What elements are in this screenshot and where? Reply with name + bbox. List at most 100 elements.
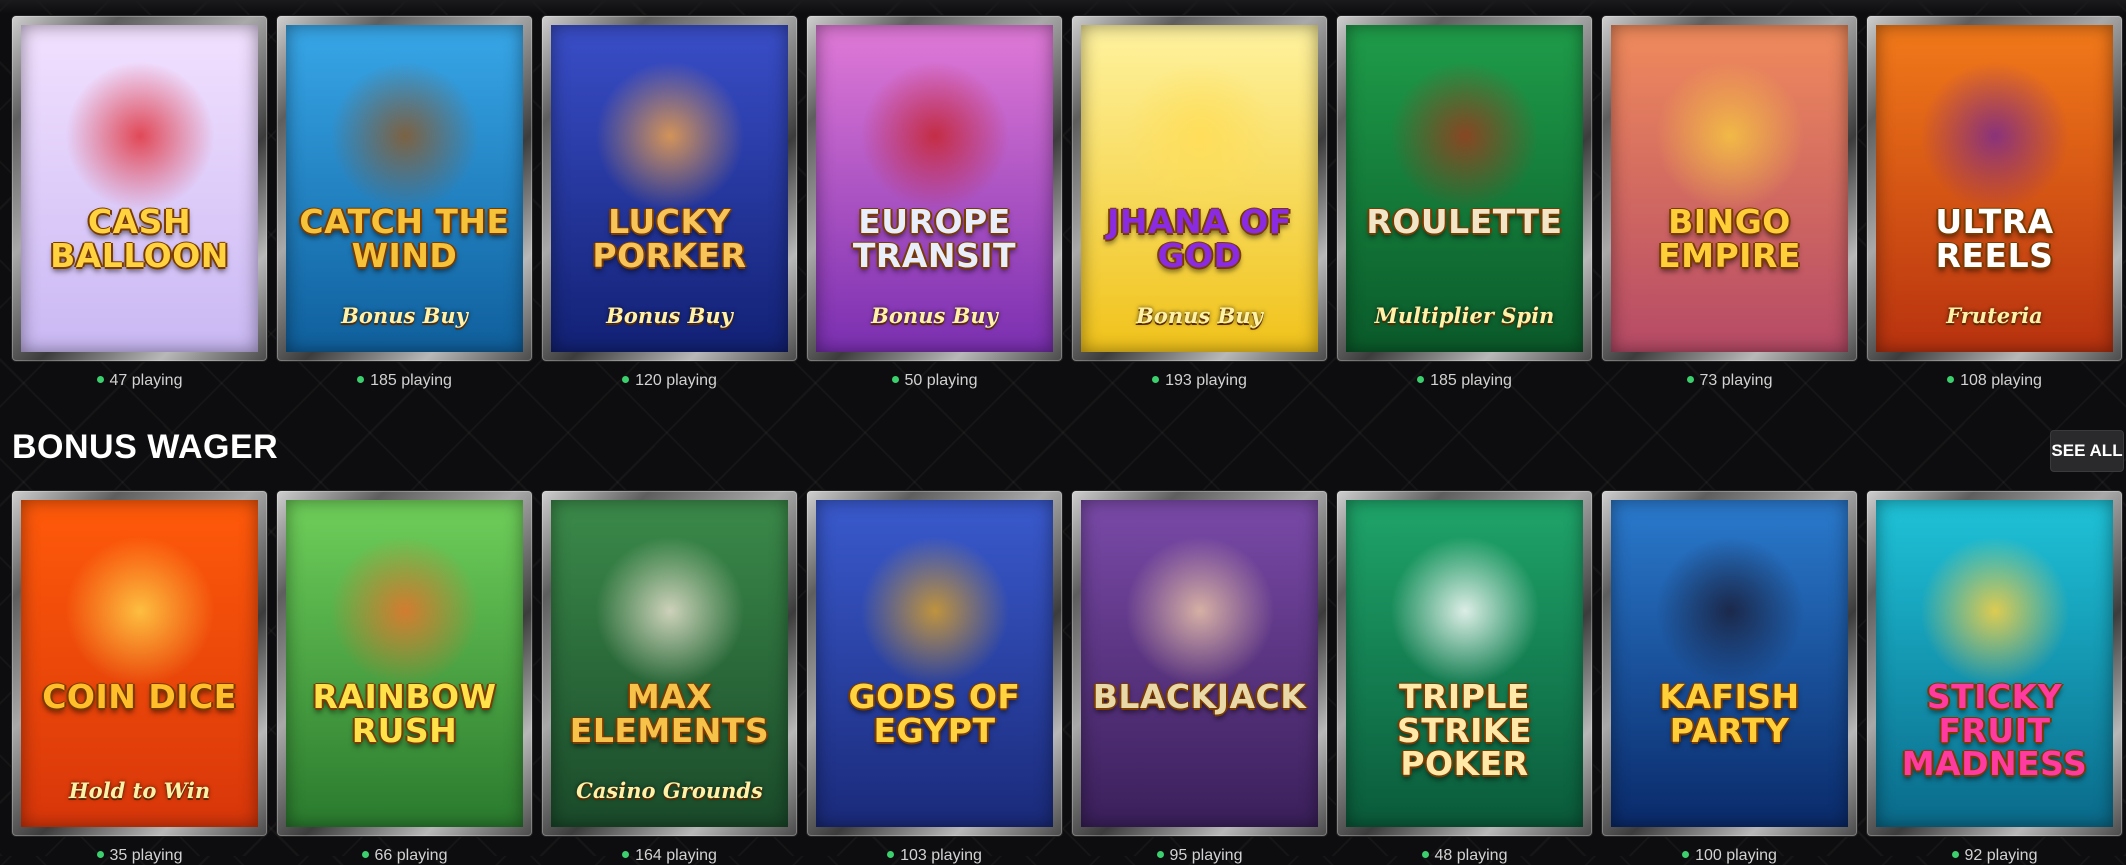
game-card: Catch the Wind Bonus Buy 185 playing	[277, 16, 532, 389]
online-dot-icon	[622, 376, 630, 383]
online-dot-icon	[1682, 851, 1690, 858]
section-title: BONUS WAGER	[12, 428, 279, 466]
artwork-glow	[1654, 61, 1805, 212]
game-card: Sticky Fruit Madness 92 playing	[1867, 491, 2122, 864]
playing-count: 193 playing	[1072, 372, 1327, 390]
online-dot-icon	[1417, 376, 1425, 383]
online-dot-icon	[357, 376, 365, 383]
game-card: Rainbow Rush 66 playing	[277, 491, 532, 864]
playing-count-text: 193 playing	[1165, 372, 1247, 389]
online-dot-icon	[361, 851, 369, 858]
game-title: Gods of Egypt	[848, 676, 1021, 750]
playing-count: 47 playing	[12, 372, 267, 390]
game-tile[interactable]: Sticky Fruit Madness	[1867, 491, 2122, 836]
game-title: Jhana of God	[1107, 201, 1292, 275]
game-tile[interactable]: Gods of Egypt	[807, 491, 1062, 836]
game-tile[interactable]: Cash Balloon	[12, 16, 267, 361]
online-dot-icon	[891, 376, 899, 383]
playing-count: 95 playing	[1072, 847, 1327, 865]
game-tile[interactable]: Coin Dice Hold to Win	[12, 491, 267, 836]
online-dot-icon	[1686, 376, 1694, 383]
playing-count-text: 47 playing	[109, 372, 183, 389]
game-artwork: Blackjack	[1081, 500, 1318, 827]
playing-count: 66 playing	[277, 847, 532, 865]
game-card: Ultra Reels Fruteria 108 playing	[1867, 16, 2122, 389]
game-title: Rainbow Rush	[312, 676, 497, 750]
playing-count: 103 playing	[807, 847, 1062, 865]
playing-count: 164 playing	[542, 847, 797, 865]
artwork-glow	[859, 61, 1010, 212]
online-dot-icon	[1152, 376, 1160, 383]
artwork-glow	[1124, 536, 1275, 687]
game-subtitle: Hold to Win	[68, 778, 211, 803]
game-artwork: Max Elements Casino Grounds	[551, 500, 788, 827]
playing-count: 185 playing	[1337, 372, 1592, 390]
see-all-button[interactable]: SEE ALL	[2050, 430, 2124, 472]
game-artwork: Roulette Multiplier Spin	[1346, 25, 1583, 352]
game-tile[interactable]: Rainbow Rush	[277, 491, 532, 836]
game-artwork: Catch the Wind Bonus Buy	[286, 25, 523, 352]
game-title: Max Elements	[569, 676, 770, 750]
game-title: Cash Balloon	[50, 201, 229, 275]
top-edge-strip	[0, 0, 2126, 14]
game-title: Coin Dice	[42, 676, 237, 716]
game-title: Bingo Empire	[1658, 201, 1801, 275]
game-title: Europe Transit	[852, 201, 1017, 275]
game-card: Lucky Porker Bonus Buy 120 playing	[542, 16, 797, 389]
playing-count: 92 playing	[1867, 847, 2122, 865]
artwork-glow	[594, 536, 745, 687]
game-card: Roulette Multiplier Spin 185 playing	[1337, 16, 1592, 389]
game-artwork: Jhana of God Bonus Buy	[1081, 25, 1318, 352]
game-title: Catch the Wind	[299, 201, 510, 275]
playing-count: 108 playing	[1867, 372, 2122, 390]
game-artwork: Coin Dice Hold to Win	[21, 500, 258, 827]
game-artwork: Triple Strike Poker	[1346, 500, 1583, 827]
online-dot-icon	[1421, 851, 1429, 858]
playing-count-text: 108 playing	[1960, 372, 2042, 389]
game-tile[interactable]: Catch the Wind Bonus Buy	[277, 16, 532, 361]
artwork-glow	[329, 61, 480, 212]
game-tile[interactable]: Triple Strike Poker	[1337, 491, 1592, 836]
game-tile[interactable]: Jhana of God Bonus Buy	[1072, 16, 1327, 361]
game-artwork: Europe Transit Bonus Buy	[816, 25, 1053, 352]
playing-count-text: 73 playing	[1699, 372, 1773, 389]
game-tile[interactable]: Max Elements Casino Grounds	[542, 491, 797, 836]
artwork-glow	[1654, 536, 1805, 687]
game-card: Cash Balloon 47 playing	[12, 16, 267, 389]
artwork-glow	[1919, 61, 2070, 212]
game-title: Roulette	[1366, 201, 1563, 241]
online-dot-icon	[887, 851, 895, 858]
artwork-glow	[64, 61, 215, 212]
online-dot-icon	[96, 376, 104, 383]
game-tile[interactable]: Europe Transit Bonus Buy	[807, 16, 1062, 361]
game-card: Gods of Egypt 103 playing	[807, 491, 1062, 864]
artwork-glow	[594, 61, 745, 212]
game-tile[interactable]: Ultra Reels Fruteria	[1867, 16, 2122, 361]
game-tile[interactable]: Kafish Party	[1602, 491, 1857, 836]
playing-count: 185 playing	[277, 372, 532, 390]
playing-count: 100 playing	[1602, 847, 1857, 865]
game-card: Blackjack 95 playing	[1072, 491, 1327, 864]
game-tile[interactable]: Lucky Porker Bonus Buy	[542, 16, 797, 361]
online-dot-icon	[96, 851, 104, 858]
game-title: Triple Strike Poker	[1396, 676, 1533, 784]
game-subtitle: Bonus Buy	[341, 303, 468, 328]
playing-count-text: 185 playing	[370, 372, 452, 389]
playing-count: 48 playing	[1337, 847, 1592, 865]
game-tile[interactable]: Blackjack	[1072, 491, 1327, 836]
game-artwork: Kafish Party	[1611, 500, 1848, 827]
artwork-glow	[329, 536, 480, 687]
game-artwork: Lucky Porker Bonus Buy	[551, 25, 788, 352]
game-tile[interactable]: Bingo Empire	[1602, 16, 1857, 361]
game-tile[interactable]: Roulette Multiplier Spin	[1337, 16, 1592, 361]
game-card: Max Elements Casino Grounds 164 playing	[542, 491, 797, 864]
game-subtitle: Multiplier Spin	[1374, 303, 1555, 328]
game-artwork: Bingo Empire	[1611, 25, 1848, 352]
game-subtitle: Fruteria	[1946, 303, 2043, 328]
playing-count: 50 playing	[807, 372, 1062, 390]
playing-count-text: 50 playing	[904, 372, 978, 389]
game-subtitle: Bonus Buy	[606, 303, 733, 328]
game-title: Sticky Fruit Madness	[1901, 676, 2088, 784]
game-title: Lucky Porker	[592, 201, 747, 275]
game-title: Kafish Party	[1659, 676, 1800, 750]
